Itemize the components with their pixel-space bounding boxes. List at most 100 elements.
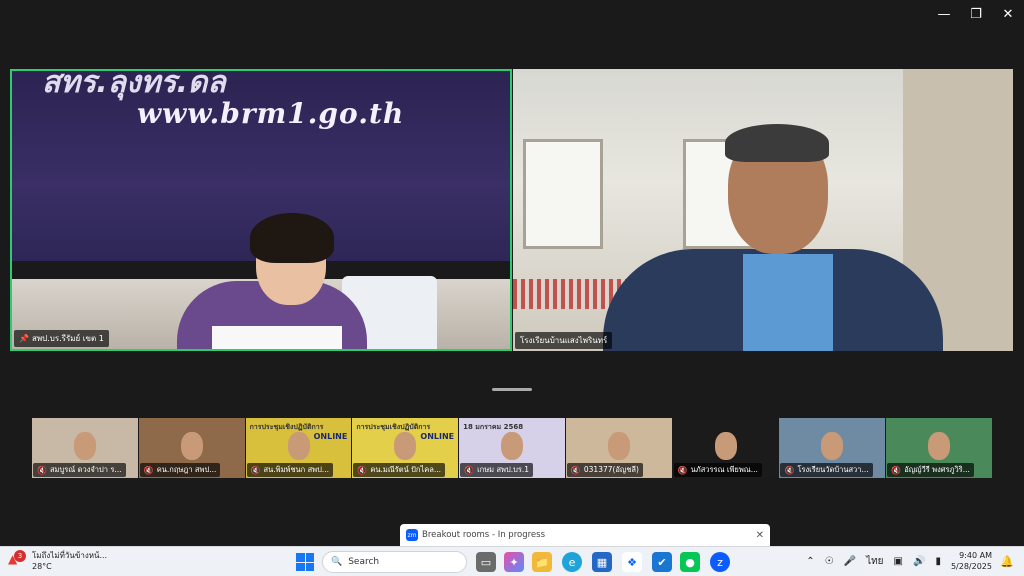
participant-face — [74, 432, 96, 460]
weather-text: โมถึงไม่ที่วันข้างหน้... — [32, 551, 108, 560]
clock[interactable]: 9:40 AM 5/28/2025 — [951, 550, 992, 572]
windows-logo-part — [305, 553, 314, 562]
gallery-thumbnail[interactable]: การประชุมเชิงปฏิบัติการ ONLINE 🔇 คน.มณีรัตน… — [352, 418, 459, 478]
dropbox-icon[interactable]: ❖ — [622, 552, 642, 572]
windows-taskbar: ▲ 3 โมถึงไม่ที่วันข้างหน้... 28°C 🔍 Sear… — [0, 546, 1024, 576]
windows-logo-icon — [296, 553, 305, 562]
participant-name: นภัสวรรณ เพียพณ... — [690, 465, 758, 474]
close-icon[interactable]: ✕ — [992, 0, 1024, 28]
mic-muted-icon: 🔇 — [464, 465, 475, 475]
gallery-thumbnail[interactable]: 🔇 สมบูรณ์ ดวงจำปา ร... — [32, 418, 138, 478]
online-tag: ONLINE — [313, 432, 348, 441]
mic-muted-icon: 🔇 — [37, 465, 47, 475]
weather-alert-icon: ▲ 3 — [8, 550, 26, 570]
zoom-logo-icon: zm — [406, 529, 418, 541]
participant-hair — [725, 124, 829, 162]
chevron-up-icon[interactable]: ⌃ — [806, 556, 814, 567]
participant-name-tag: 🔇 โรงเรียนวัดบ้านสวา... — [780, 463, 873, 477]
taskbar-search[interactable]: 🔍 Search — [322, 551, 467, 573]
participant-name: 031377(อัญชลี) — [583, 465, 639, 474]
edge-icon[interactable]: e — [562, 552, 582, 572]
participant-face — [394, 432, 417, 460]
participant-face — [928, 432, 951, 460]
gallery-thumbnail[interactable]: 🔇 031377(อัญชลี) — [565, 418, 672, 478]
participant-name: สพป.บร.รีรัมย์ เขต 1 — [31, 334, 104, 343]
video-tile-host[interactable]: สทร.ลุงทร.ดล www.brm1.go.th 📌 สพป.บร.รีร… — [10, 69, 512, 351]
file-explorer-icon[interactable]: 📁 — [532, 552, 552, 572]
participant-name-tag: 🔇 อัญญ์วีรี พงศรภูวิริ... — [887, 463, 974, 477]
network-off-icon[interactable]: ☉ — [825, 556, 834, 567]
gallery-thumbnail[interactable]: 🔇 คน.กฤษฎา สพป... — [138, 418, 245, 478]
participant-shirt — [743, 254, 833, 351]
participant-face — [287, 432, 310, 460]
gallery-thumbnail[interactable]: 18 มกราคม 2568 🔇 เกษม สพป.บร.1 — [459, 418, 565, 478]
video-feed: สทร.ลุงทร.ดล www.brm1.go.th — [12, 71, 510, 349]
window-controls: — ❐ ✕ — [928, 0, 1024, 28]
system-tray: ⌃ ☉ 🎤 ไทย ▣ 🔊 ▮ 9:40 AM 5/28/2025 — [806, 550, 992, 572]
video-feed — [513, 69, 1013, 351]
participant-face — [821, 432, 844, 460]
breakout-status-label: Breakout rooms - In progress — [422, 530, 545, 540]
mic-muted-icon: 🔇 — [250, 465, 261, 475]
participant-name: เกษม สพป.บร.1 — [477, 465, 530, 474]
mic-muted-icon: 🔇 — [891, 465, 902, 475]
participant-name: สน.พิมพ์ชนก สพป... — [263, 465, 330, 474]
participant-name: สมบูรณ์ ดวงจำปา ร... — [49, 465, 122, 474]
zoom-app-icon[interactable]: z — [710, 552, 730, 572]
copilot-icon[interactable]: ✦ — [504, 552, 524, 572]
participant-hair — [250, 213, 334, 263]
participant-name: คน.มณีรัตน์ ปักไคล... — [370, 465, 441, 474]
mic-muted-icon: 🔇 — [143, 465, 154, 475]
zoom-meeting-window: — ❐ ✕ สทร.ลุงทร.ดล www.brm1.go.th 📌 สพป.… — [0, 0, 1024, 546]
participant-name: โรงเรียนบ้านแสงไพรินทร์ — [520, 336, 608, 345]
store-icon[interactable]: ▦ — [592, 552, 612, 572]
gallery-strip: 🔇 สมบูรณ์ ดวงจำปา ร... 🔇 คน.กฤษฎา สพป... การ… — [32, 418, 993, 478]
microphone-icon[interactable]: 🎤 — [844, 556, 856, 567]
weather-temperature: 28°C — [32, 562, 52, 571]
mic-muted-icon: 🔇 — [677, 465, 688, 475]
windows-logo-part — [305, 562, 314, 571]
gallery-thumbnail[interactable]: การประชุมเชิงปฏิบัติการ ONLINE 🔇 สน.พิมพ์ชน… — [245, 418, 352, 478]
display-icon[interactable]: ▣ — [894, 556, 903, 567]
search-placeholder: Search — [348, 557, 380, 567]
participant-name: อัญญ์วีรี พงศรภูวิริ... — [904, 465, 970, 474]
participant-name-tag: 🔇 เกษม สพป.บร.1 — [460, 463, 534, 477]
restore-icon[interactable]: ❐ — [960, 0, 992, 28]
breakout-rooms-bar[interactable]: zm Breakout rooms - In progress ✕ — [400, 524, 770, 546]
participant-face — [714, 432, 737, 460]
windows-logo-part — [296, 562, 305, 571]
clock-date: 5/28/2025 — [950, 562, 992, 571]
security-shield-icon[interactable]: ✔ — [652, 552, 672, 572]
participant-name-tag: 🔇 คน.กฤษฎา สพป... — [139, 463, 221, 477]
volume-icon[interactable]: 🔊 — [913, 556, 925, 567]
notifications-bell-icon[interactable]: 🔔 — [1000, 555, 1014, 568]
search-icon: 🔍 — [331, 557, 343, 567]
participant-name-tag: 🔇 คน.มณีรัตน์ ปักไคล... — [353, 463, 445, 477]
room-window — [523, 139, 603, 249]
participant-name-tag: โรงเรียนบ้านแสงไพรินทร์ — [515, 332, 613, 349]
participant-name-tag: 🔇 นภัสวรรณ เพียพณ... — [673, 463, 762, 477]
weather-widget[interactable]: ▲ 3 โมถึงไม่ที่วันข้างหน้... 28°C — [8, 550, 107, 572]
battery-icon[interactable]: ▮ — [935, 556, 941, 567]
gallery-thumbnail[interactable]: 🔇 อัญญ์วีรี พงศรภูวิริ... — [886, 418, 993, 478]
gallery-resize-handle[interactable] — [492, 388, 532, 391]
pin-icon: 📌 — [19, 334, 29, 343]
mic-muted-icon: 🔇 — [784, 465, 795, 475]
participant-name-tag: 🔇 สมบูรณ์ ดวงจำปา ร... — [33, 463, 126, 477]
participant-name: คน.กฤษฎา สพป... — [156, 465, 217, 474]
line-app-icon[interactable]: ● — [680, 552, 700, 572]
banner-website-text: www.brm1.go.th — [137, 97, 405, 130]
gallery-thumbnail[interactable]: 🔇 นภัสวรรณ เพียพณ... — [672, 418, 779, 478]
gallery-thumbnail[interactable]: 🔇 โรงเรียนวัดบ้านสวา... — [779, 418, 886, 478]
close-icon[interactable]: ✕ — [756, 530, 764, 541]
task-view-icon[interactable]: ▭ — [476, 552, 496, 572]
participant-name: โรงเรียนวัดบ้านสวา... — [797, 465, 869, 474]
participant-face — [607, 432, 630, 460]
start-button[interactable] — [296, 553, 314, 571]
participant-name-tag: 🔇 031377(อัญชลี) — [566, 463, 643, 477]
minimize-icon[interactable]: — — [928, 0, 960, 28]
video-tile-speaker[interactable]: โรงเรียนบ้านแสงไพรินทร์ — [513, 69, 1013, 351]
online-tag: ONLINE — [420, 432, 455, 441]
mic-muted-icon: 🔇 — [570, 465, 581, 475]
language-indicator[interactable]: ไทย — [866, 554, 883, 569]
